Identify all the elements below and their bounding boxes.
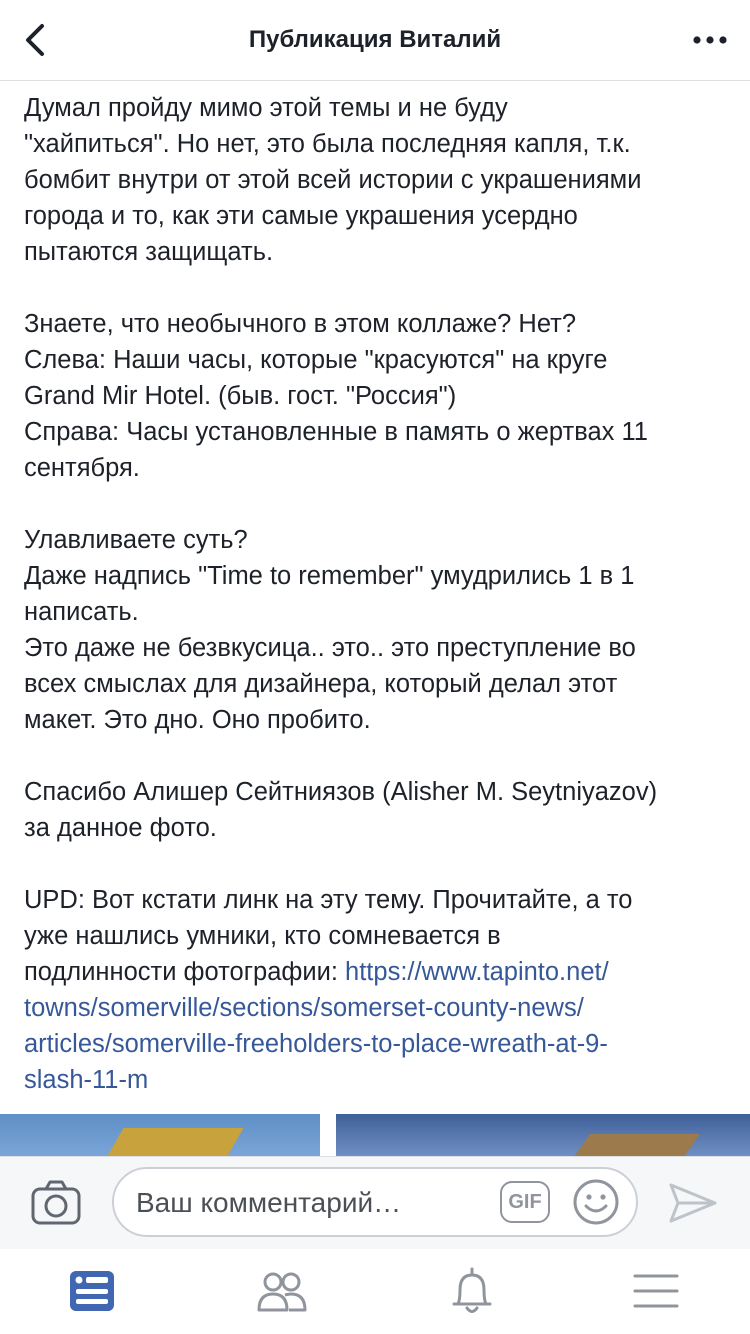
page-title: Публикация Виталий — [248, 26, 502, 53]
post-text-line: Думал пройду мимо этой темы и не буду — [24, 94, 508, 122]
post-text-line: сентября. — [24, 454, 140, 482]
clock-roof-bronze — [561, 1134, 701, 1156]
smiley-icon — [573, 1179, 619, 1225]
photo-collage[interactable] — [0, 1114, 750, 1156]
photo-left[interactable] — [0, 1114, 320, 1156]
comment-input[interactable]: Ваш комментарий… GIF — [112, 1167, 638, 1237]
friends-icon — [257, 1272, 307, 1312]
post-paragraph: Улавливаете суть? Даже надпись "Time to … — [24, 522, 724, 738]
tab-menu[interactable] — [626, 1265, 686, 1317]
post-text-line: Спасибо Алишер Сейтниязов (Alisher M. Se… — [24, 778, 658, 806]
send-icon — [669, 1183, 717, 1223]
photo-right[interactable] — [336, 1114, 750, 1156]
send-button[interactable] — [668, 1181, 718, 1225]
back-button[interactable] — [22, 20, 72, 60]
post-text-line: Улавливаете суть? — [24, 526, 248, 554]
post-text-line: "хайпиться". Но нет, это была последняя … — [24, 130, 631, 158]
post-text-line: Даже надпись "Time to remember" умудрили… — [24, 562, 635, 590]
tab-news-feed[interactable] — [62, 1265, 122, 1317]
post-text-line: UPD: Вот кстати линк на эту тему. Прочит… — [24, 886, 633, 914]
comment-composer: Ваш комментарий… GIF — [0, 1156, 750, 1250]
menu-icon — [633, 1274, 679, 1308]
post-text-line: Знаете, что необычного в этом коллаже? Н… — [24, 310, 577, 338]
post-text-line: пытаются защищать. — [24, 238, 274, 266]
chevron-left-icon — [26, 24, 44, 56]
bottom-tab-bar — [0, 1249, 750, 1334]
gif-icon: GIF — [508, 1190, 542, 1213]
post-body: Думал пройду мимо этой темы и не буду "х… — [24, 90, 724, 1098]
post-paragraph: Думал пройду мимо этой темы и не буду "х… — [24, 90, 724, 270]
article-link[interactable]: slash-11-m — [24, 1062, 724, 1098]
comment-placeholder: Ваш комментарий… — [136, 1187, 402, 1218]
link-prefix-text: подлинности фотографии: — [24, 958, 346, 986]
notifications-bell-icon — [452, 1267, 492, 1313]
more-options-button[interactable] — [678, 22, 728, 58]
post-paragraph-update: UPD: Вот кстати линк на эту тему. Прочит… — [24, 882, 724, 1098]
post-text-line: макет. Это дно. Оно пробито. — [24, 706, 371, 734]
news-feed-icon — [70, 1271, 114, 1311]
post-text-line: города и то, как эти самые украшения усе… — [24, 202, 578, 230]
post-text-line: Справа: Часы установленные в память о же… — [24, 418, 648, 446]
camera-icon — [31, 1180, 81, 1225]
post-text-line: бомбит внутри от этой всей истории с укр… — [24, 166, 642, 194]
tab-notifications[interactable] — [442, 1265, 502, 1317]
top-navigation-bar: Публикация Виталий — [0, 0, 750, 81]
more-dots-icon — [693, 36, 727, 44]
camera-button[interactable] — [30, 1179, 82, 1227]
article-link[interactable]: towns/somerville/sections/somerset-count… — [24, 990, 724, 1026]
post-text-line: всех смыслах для дизайнера, который дела… — [24, 670, 618, 698]
post-text-line: уже нашлись умники, кто сомневается в — [24, 922, 501, 950]
post-text-line: Слева: Наши часы, которые "красуются" на… — [24, 346, 608, 374]
clock-roof-gold — [100, 1128, 244, 1156]
post-text-line: за данное фото. — [24, 814, 217, 842]
article-link[interactable]: articles/somerville-freeholders-to-place… — [24, 1026, 724, 1062]
post-text-line: написать. — [24, 598, 139, 626]
sticker-button[interactable] — [572, 1178, 620, 1226]
gif-button[interactable]: GIF — [500, 1181, 550, 1223]
post-text-line: Это даже не безвкусица.. это.. это прест… — [24, 634, 636, 662]
post-paragraph: Спасибо Алишер Сейтниязов (Alisher M. Se… — [24, 774, 724, 846]
post-text-line: Grand Mir Hotel. (быв. гост. "Россия") — [24, 382, 457, 410]
article-link[interactable]: https://www.tapinto.net/ — [345, 958, 609, 986]
post-text-line: подлинности фотографии: https://www.tapi… — [24, 954, 724, 990]
post-paragraph: Знаете, что необычного в этом коллаже? Н… — [24, 306, 724, 486]
tab-friends[interactable] — [252, 1265, 312, 1317]
